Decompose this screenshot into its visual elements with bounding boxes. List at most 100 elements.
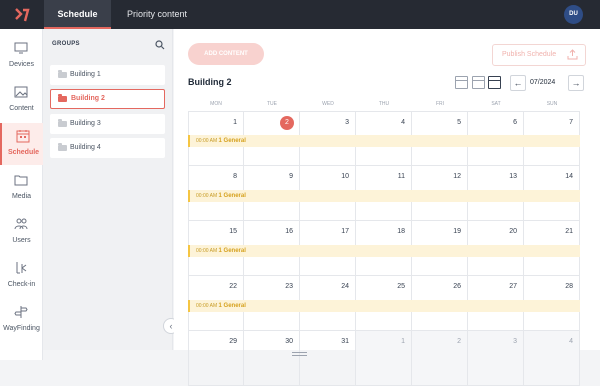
schedule-event-bar[interactable]: 00:00 AM 1 General (188, 135, 580, 147)
day-number: 10 (341, 173, 349, 180)
groups-title: GROUPS (52, 41, 80, 47)
calendar-day-cell[interactable]: 29 (188, 331, 244, 386)
schedule-event-bar[interactable]: 00:00 AM 1 General (188, 190, 580, 202)
weekday-header: SUN (546, 101, 558, 107)
top-bar: Schedule Priority content DU (0, 0, 600, 29)
day-number: 1 (401, 338, 405, 345)
users-icon (14, 218, 28, 230)
day-number: 23 (285, 283, 293, 290)
day-number: 5 (457, 119, 461, 126)
month-view-icon[interactable] (488, 76, 501, 89)
sidebar-item-check-in[interactable]: Check-in (0, 255, 43, 297)
day-number: 27 (509, 283, 517, 290)
group-item-building-1[interactable]: Building 1 (50, 65, 165, 85)
sidebar-item-schedule[interactable]: Schedule (0, 123, 43, 165)
schedule-main: ADD CONTENT Publish Schedule Building 2 … (174, 29, 600, 386)
day-number: 26 (453, 283, 461, 290)
sidebar-item-label: WayFinding (3, 325, 40, 332)
group-item-label: Building 4 (70, 144, 101, 151)
image-icon (14, 86, 28, 98)
calendar-title: Building 2 (188, 77, 232, 87)
group-item-label: Building 3 (70, 120, 101, 127)
arrow-right-icon: → (571, 78, 581, 88)
event-time: 00:00 AM (196, 303, 218, 309)
event-title: 1 General (218, 138, 246, 144)
group-item-building-2[interactable]: Building 2 (50, 89, 165, 109)
calendar-day-cell[interactable]: 31 (300, 331, 356, 386)
event-time: 00:00 AM (196, 248, 218, 254)
wayfinding-icon (14, 306, 28, 318)
weekday-header: THU (378, 101, 390, 107)
calendar-day-cell[interactable]: 30 (244, 331, 300, 386)
sidebar-item-label: Devices (9, 61, 34, 68)
day-number: 19 (453, 228, 461, 235)
weekday-header: WED (322, 101, 334, 107)
group-item-building-4[interactable]: Building 4 (50, 138, 165, 158)
group-item-label: Building 1 (70, 71, 101, 78)
app-logo-icon[interactable] (14, 7, 30, 23)
group-item-building-3[interactable]: Building 3 (50, 114, 165, 134)
day-number: 28 (565, 283, 573, 290)
day-view-icon[interactable] (455, 76, 468, 89)
arrow-left-icon: ← (513, 78, 523, 88)
monitor-icon (14, 42, 28, 54)
checkin-icon (16, 262, 27, 274)
folder-icon (58, 119, 67, 127)
day-number: 25 (397, 283, 405, 290)
folder-icon (58, 70, 67, 78)
day-number: 29 (229, 338, 237, 345)
week-view-icon[interactable] (472, 76, 485, 89)
day-number: 11 (397, 173, 405, 180)
sidebar-item-wayfinding[interactable]: WayFinding (0, 299, 43, 341)
day-number: 12 (453, 173, 461, 180)
publish-schedule-button[interactable]: Publish Schedule (492, 44, 586, 66)
weekday-header: SAT (491, 101, 501, 107)
prev-month-button[interactable]: ← (510, 75, 526, 91)
day-number: 15 (229, 228, 237, 235)
sidebar-item-devices[interactable]: Devices (0, 35, 43, 77)
search-icon[interactable] (155, 40, 165, 50)
day-number: 7 (569, 119, 573, 126)
calendar-day-cell[interactable]: 3 (468, 331, 524, 386)
day-number: 9 (289, 173, 293, 180)
day-number: 14 (565, 173, 573, 180)
day-number: 1 (233, 119, 237, 126)
day-number: 3 (513, 338, 517, 345)
day-number: 2 (457, 338, 461, 345)
weekday-header: TUE (267, 101, 277, 107)
schedule-event-bar[interactable]: 00:00 AM 1 General (188, 300, 580, 312)
calendar-day-cell[interactable]: 2 (412, 331, 468, 386)
day-number: 24 (341, 283, 349, 290)
next-month-button[interactable]: → (568, 75, 584, 91)
user-avatar[interactable]: DU (564, 5, 583, 24)
folder-icon (58, 143, 67, 151)
tab-priority-content[interactable]: Priority content (116, 0, 198, 29)
day-number: 16 (285, 228, 293, 235)
schedule-event-bar[interactable]: 00:00 AM 1 General (188, 245, 580, 257)
weekday-header: MON (210, 101, 222, 107)
today-day-number: 2 (280, 116, 294, 130)
event-title: 1 General (218, 303, 246, 309)
calendar-day-cell[interactable]: 1 (356, 331, 412, 386)
month-label: 07/2024 (530, 79, 556, 86)
upload-icon (567, 49, 578, 60)
day-number: 8 (233, 173, 237, 180)
tab-schedule[interactable]: Schedule (44, 0, 111, 29)
weekday-header: FRI (435, 101, 445, 107)
day-number: 6 (513, 119, 517, 126)
calendar-day-cell[interactable]: 4 (524, 331, 580, 386)
sidebar-item-users[interactable]: Users (0, 211, 43, 253)
calendar-icon (16, 130, 30, 143)
event-title: 1 General (218, 193, 246, 199)
sidebar-item-content[interactable]: Content (0, 79, 43, 121)
sidebar-item-label: Content (9, 105, 34, 112)
resize-handle-icon[interactable] (292, 352, 307, 356)
day-number: 18 (397, 228, 405, 235)
sidebar-item-label: Media (11, 193, 32, 200)
groups-panel: GROUPS Building 1 Building 2 Building 3 … (43, 29, 173, 350)
day-number: 30 (285, 338, 293, 345)
day-number: 22 (229, 283, 237, 290)
add-content-button[interactable]: ADD CONTENT (188, 43, 264, 65)
day-number: 31 (341, 338, 349, 345)
sidebar-item-media[interactable]: Media (0, 167, 43, 209)
